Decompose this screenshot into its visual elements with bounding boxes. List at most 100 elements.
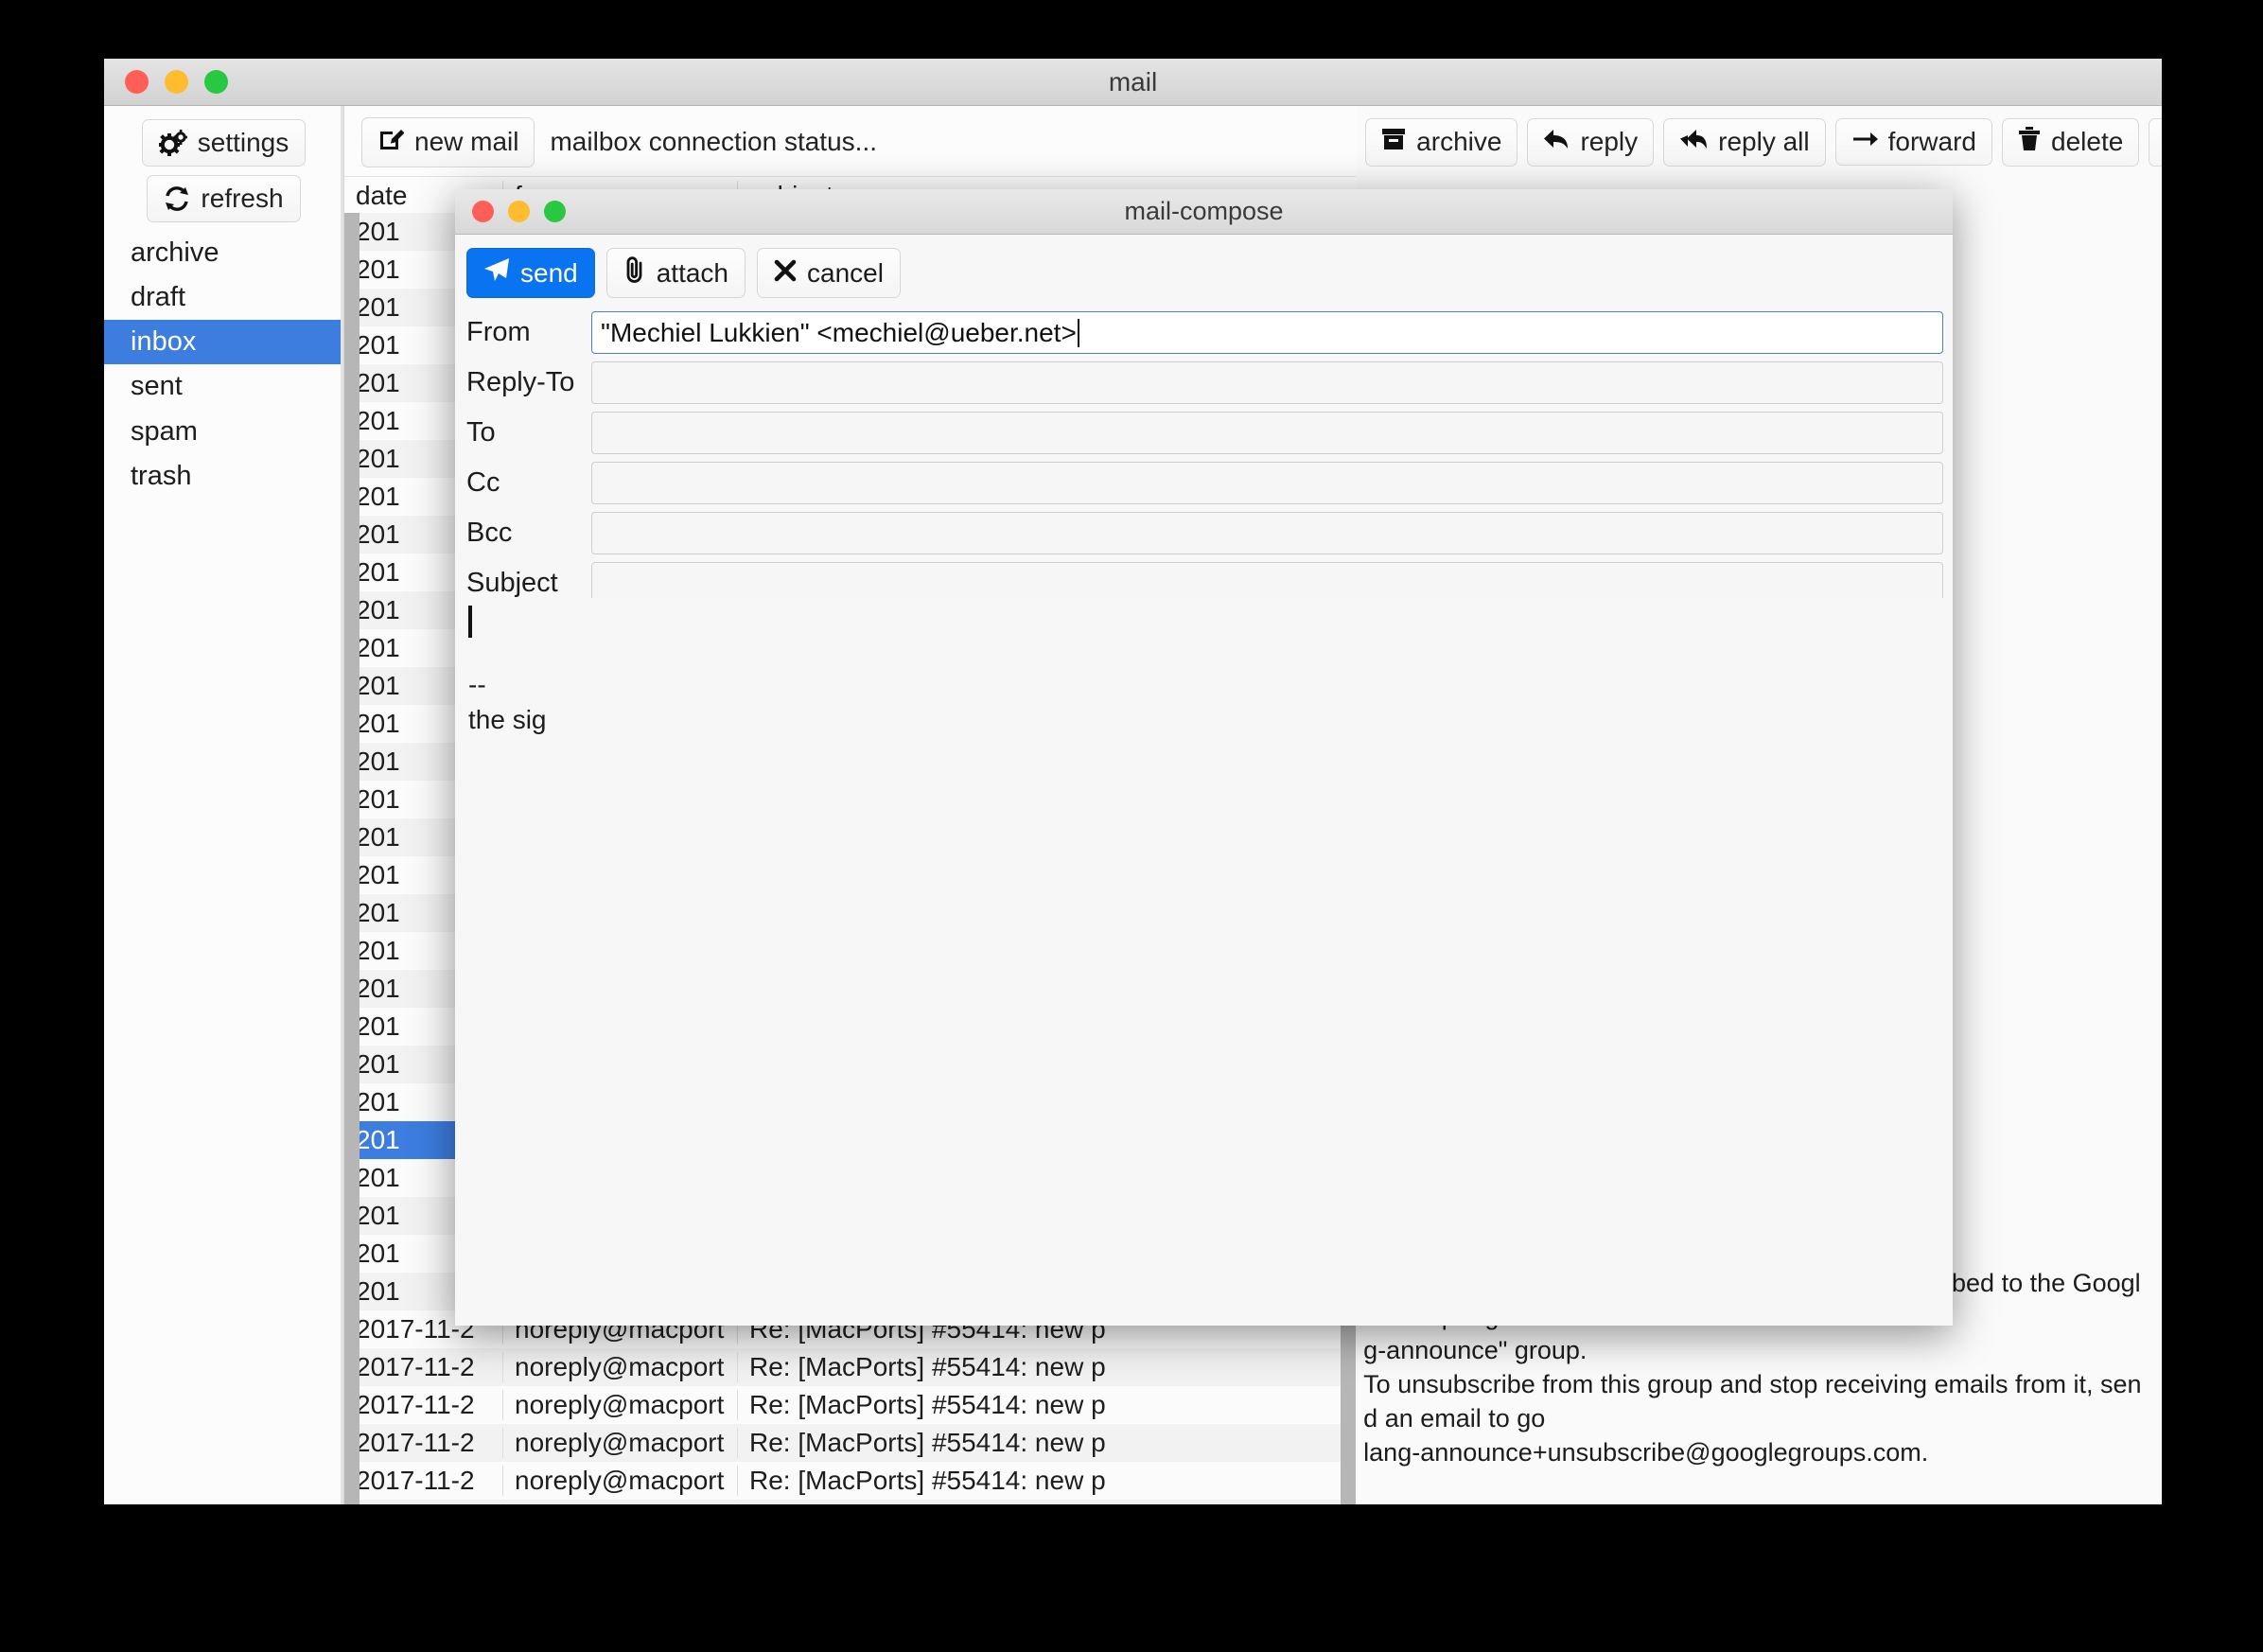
compose-field-label: Subject	[466, 568, 558, 598]
sidebar-folder-archive[interactable]: archive	[104, 231, 343, 275]
x-cross-icon	[774, 258, 797, 289]
compose-field-to: To	[466, 412, 1943, 454]
compose-field-label: From	[466, 317, 531, 347]
cell-date: 2017-11-2	[344, 1503, 502, 1504]
compose-field-reply-to: Reply-To	[466, 361, 1943, 404]
compose-input-bcc[interactable]	[591, 512, 1943, 554]
cell-from: noreply@macport	[502, 1352, 737, 1382]
cell-date: 2017-11-2	[356, 1466, 475, 1495]
refresh-button-row: refresh	[104, 175, 343, 231]
table-row[interactable]: 2017-11-2 noreply@macportRe: [MacPorts] #…	[344, 1424, 1357, 1462]
cell-date: 2017-11-2	[356, 1390, 475, 1419]
reply-button-label: reply	[1580, 127, 1639, 156]
settings-button[interactable]: settings	[141, 119, 307, 167]
trash-icon	[2018, 126, 2041, 158]
compose-titlebar: mail-compose	[455, 189, 1953, 235]
sidebar-folder-draft[interactable]: draft	[104, 275, 343, 320]
message-footer-line: lang-announce+unsubscribe@googlegroups.c…	[1363, 1438, 1929, 1467]
send-button-label: send	[520, 257, 578, 288]
compose-input-to[interactable]	[591, 412, 1943, 454]
new-mail-button[interactable]: new mail	[361, 116, 535, 167]
archive-box-icon	[1381, 127, 1406, 158]
compose-title: mail-compose	[1124, 197, 1284, 225]
refresh-icon	[164, 185, 190, 212]
send-button[interactable]: send	[466, 248, 595, 298]
message-footer-line: g-announce" group.	[1363, 1336, 1588, 1365]
attach-button[interactable]: attach	[605, 248, 746, 298]
settings-button-row: settings	[104, 119, 343, 175]
body-text-caret	[468, 606, 472, 638]
settings-button-label: settings	[197, 128, 289, 157]
compose-input-reply-to[interactable]	[591, 361, 1943, 404]
compose-field-cc: Cc	[466, 462, 1943, 504]
compose-toolbar: send attach cancel	[455, 235, 1953, 308]
reply-all-button-label: reply all	[1718, 127, 1810, 156]
compose-input-value: "Mechiel Lukkien" <mechiel@ueber.net>	[601, 317, 1077, 347]
list-vertical-scrollbar[interactable]	[344, 213, 360, 1504]
compose-field-bcc: Bcc	[466, 512, 1943, 554]
reply-all-button[interactable]: reply all	[1663, 117, 1826, 167]
compose-field-from: From "Mechiel Lukkien" <mechiel@ueber.net…	[466, 311, 1943, 354]
cell-subject: Re: [MacPorts] #55414: new p	[737, 1352, 1356, 1382]
mail-compose-dialog: mail-compose send attach cancel From "Me…	[455, 189, 1953, 1326]
gears-icon	[158, 130, 187, 156]
window-titlebar: mail	[104, 59, 2162, 106]
mailbox-status-text: mailbox connection status...	[550, 127, 877, 156]
sidebar: settings refresh archive draft inbox sen…	[104, 106, 343, 1504]
list-toolbar: new mail mailbox connection status...	[344, 106, 1357, 177]
cell-from: noreply@macport	[502, 1503, 737, 1504]
screen: mail settings refresh archive draft inbo…	[0, 0, 2263, 1652]
reply-button[interactable]: reply	[1527, 117, 1655, 167]
archive-button[interactable]: archive	[1365, 117, 1518, 167]
window-title: mail	[1108, 66, 1158, 97]
sidebar-folder-inbox[interactable]: inbox	[104, 320, 343, 365]
forward-arrow-icon	[1851, 127, 1878, 157]
attach-button-label: attach	[656, 257, 728, 288]
delete-button[interactable]: delete	[2002, 117, 2140, 167]
compose-body[interactable]: -- the sig	[466, 598, 1953, 1326]
compose-icon	[377, 126, 405, 159]
cancel-button-label: cancel	[807, 257, 884, 288]
archive-button-label: archive	[1416, 127, 1502, 156]
compose-input-cc[interactable]	[591, 462, 1943, 504]
folder-list: archive draft inbox sent spam trash	[104, 231, 343, 499]
cell-subject: Re: [MacPorts] #55414: new p	[737, 1466, 1356, 1496]
cell-subject: Re: [MacPorts] #55414: new p	[737, 1503, 1356, 1504]
sidebar-folder-trash[interactable]: trash	[104, 454, 343, 499]
cell-date: 2017-11-2	[356, 1352, 475, 1381]
refresh-button[interactable]: refresh	[147, 175, 301, 222]
table-row[interactable]: 2017-11-2 noreply@macportRe: [MacPorts] #…	[344, 1386, 1357, 1424]
reply-arrow-icon	[1543, 127, 1570, 158]
forward-button-label: forward	[1887, 127, 1976, 156]
cell-date: 2017-11-2	[356, 1428, 475, 1457]
cell-subject: Re: [MacPorts] #55414: new p	[737, 1390, 1356, 1420]
table-row[interactable]: 2017-11-2noreply@macportRe: [MacPorts] #…	[344, 1500, 1357, 1504]
signature-text: the sig	[468, 704, 547, 734]
compose-field-label: Reply-To	[466, 367, 575, 397]
compose-field-label: Cc	[466, 467, 500, 498]
sidebar-folder-sent[interactable]: sent	[104, 364, 343, 409]
table-row[interactable]: 2017-11-2 noreply@macportRe: [MacPorts] #…	[344, 1462, 1357, 1500]
spam-button[interactable]: spam	[2149, 117, 2162, 167]
delete-button-label: delete	[2051, 127, 2124, 156]
text-caret	[1077, 318, 1079, 347]
compose-header-fields: From "Mechiel Lukkien" <mechiel@ueber.net…	[455, 308, 1953, 605]
sidebar-folder-spam[interactable]: spam	[104, 410, 343, 454]
cell-from: noreply@macport	[502, 1390, 737, 1420]
table-row[interactable]: 2017-11-2 noreply@macportRe: [MacPorts] #…	[344, 1348, 1357, 1386]
new-mail-label: new mail	[414, 127, 519, 156]
cell-from: noreply@macport	[502, 1428, 737, 1458]
message-toolbar: archive reply reply all forward delete	[1356, 106, 2162, 176]
cell-subject: Re: [MacPorts] #55414: new p	[737, 1428, 1356, 1458]
reply-all-arrow-icon	[1679, 127, 1708, 158]
cell-from: noreply@macport	[502, 1466, 737, 1496]
compose-input-from[interactable]: "Mechiel Lukkien" <mechiel@ueber.net>	[591, 311, 1943, 354]
cancel-button[interactable]: cancel	[757, 248, 901, 298]
message-footer-line: To unsubscribe from this group and stop …	[1363, 1370, 2142, 1433]
compose-field-label: Bcc	[466, 518, 513, 548]
forward-button[interactable]: forward	[1834, 118, 1992, 166]
refresh-button-label: refresh	[201, 184, 284, 213]
paperclip-icon	[623, 256, 646, 290]
compose-field-label: To	[466, 417, 496, 448]
signature-separator: --	[468, 670, 486, 699]
